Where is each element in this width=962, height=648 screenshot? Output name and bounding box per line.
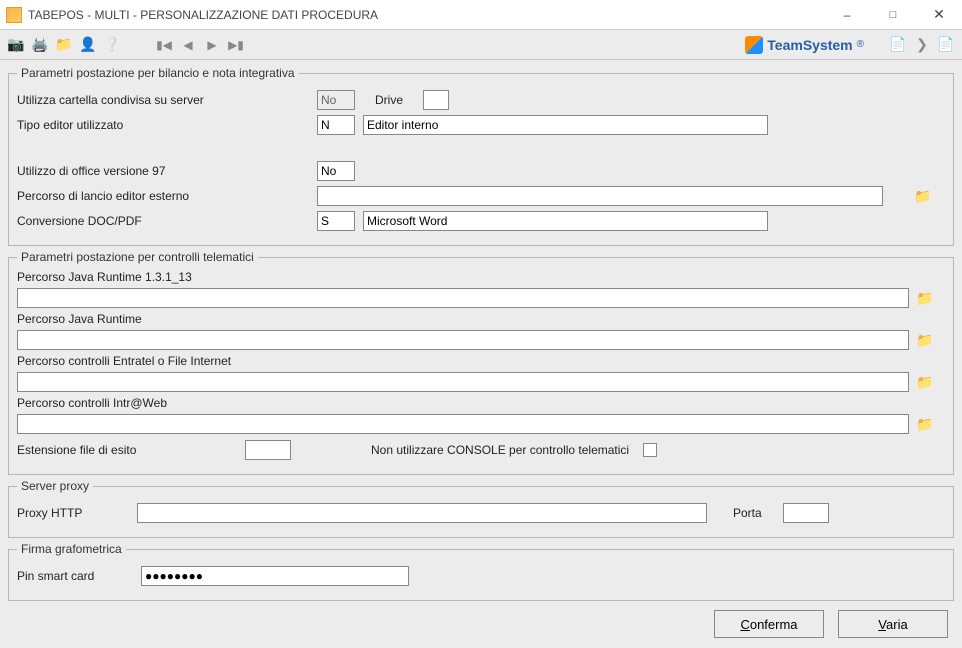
launch-path-label: Percorso di lancio editor esterno (17, 189, 317, 203)
launch-path-input[interactable] (317, 186, 883, 206)
camera-icon[interactable]: 📷 (6, 35, 26, 55)
workarea: Parametri postazione per bilancio e nota… (0, 60, 962, 648)
group-bilancio: Parametri postazione per bilancio e nota… (8, 66, 954, 246)
group-firma-legend: Firma grafometrica (17, 542, 126, 556)
window-title: TABEPOS - MULTI - PERSONALIZZAZIONE DATI… (28, 8, 378, 22)
toolbar: 📷 🖨️ 📁 👤 ❔ ▮◀ ◀ ▶ ▶▮ TeamSystem ® 📄 ❯ 📄 (0, 30, 962, 60)
drive-label: Drive (375, 93, 423, 107)
titlebar: TABEPOS - MULTI - PERSONALIZZAZIONE DATI… (0, 0, 962, 30)
brand-suffix: ® (857, 39, 864, 50)
folder-icon[interactable]: 📁 (54, 35, 74, 55)
ext-input[interactable] (245, 440, 291, 460)
group-firma: Firma grafometrica Pin smart card (8, 542, 954, 601)
entratel-label: Percorso controlli Entratel o File Inter… (17, 354, 945, 368)
app-icon (6, 7, 22, 23)
ext-label: Estensione file di esito (17, 443, 245, 457)
nav-next-icon[interactable]: ▶ (202, 35, 222, 55)
print-icon[interactable]: 🖨️ (30, 35, 50, 55)
editor-type-input[interactable] (317, 115, 355, 135)
entratel-browse-icon[interactable]: 📁 (915, 372, 935, 392)
user-icon[interactable]: 👤 (78, 35, 98, 55)
editor-type-label: Tipo editor utilizzato (17, 118, 317, 132)
confirm-button[interactable]: Conferma (714, 610, 824, 638)
entratel-input[interactable] (17, 372, 909, 392)
brand-name: TeamSystem (767, 37, 852, 53)
intraweb-label: Percorso controlli Intr@Web (17, 396, 945, 410)
folder-browse-icon[interactable]: 📁 (913, 186, 933, 206)
conv-desc-input[interactable] (363, 211, 768, 231)
office97-label: Utilizzo di office versione 97 (17, 164, 317, 178)
proxy-label: Proxy HTTP (17, 506, 137, 520)
java131-browse-icon[interactable]: 📁 (915, 288, 935, 308)
java-label: Percorso Java Runtime (17, 312, 945, 326)
java131-label: Percorso Java Runtime 1.3.1_13 (17, 270, 945, 284)
close-button[interactable]: ✕ (916, 0, 962, 30)
doc2-icon[interactable]: 📄 (936, 35, 956, 55)
nav-first-icon[interactable]: ▮◀ (154, 35, 174, 55)
proxy-input[interactable] (137, 503, 707, 523)
brand-logo: TeamSystem ® (745, 36, 864, 54)
nav-prev-icon[interactable]: ◀ (178, 35, 198, 55)
minimize-button[interactable]: – (824, 0, 870, 30)
group-proxy: Server proxy Proxy HTTP Porta (8, 479, 954, 538)
group-telematici-legend: Parametri postazione per controlli telem… (17, 250, 258, 264)
editor-desc-input[interactable] (363, 115, 768, 135)
doc1-icon[interactable]: 📄 (888, 35, 908, 55)
java-browse-icon[interactable]: 📁 (915, 330, 935, 350)
port-input[interactable] (783, 503, 829, 523)
vary-button[interactable]: Varia (838, 610, 948, 638)
java-input[interactable] (17, 330, 909, 350)
noconsole-checkbox[interactable] (643, 443, 657, 457)
pin-input[interactable] (141, 566, 409, 586)
port-label: Porta (733, 506, 783, 520)
help-icon[interactable]: ❔ (102, 35, 122, 55)
group-bilancio-legend: Parametri postazione per bilancio e nota… (17, 66, 299, 80)
action-buttons: Conferma Varia (714, 610, 948, 638)
office97-input[interactable] (317, 161, 355, 181)
conv-input[interactable] (317, 211, 355, 231)
maximize-button[interactable]: □ (870, 0, 916, 30)
arrow-right-icon[interactable]: ❯ (912, 35, 932, 55)
intraweb-input[interactable] (17, 414, 909, 434)
shared-folder-input[interactable] (317, 90, 355, 110)
noconsole-label: Non utilizzare CONSOLE per controllo tel… (371, 443, 629, 457)
drive-input[interactable] (423, 90, 449, 110)
conv-label: Conversione DOC/PDF (17, 214, 317, 228)
group-proxy-legend: Server proxy (17, 479, 93, 493)
intraweb-browse-icon[interactable]: 📁 (915, 414, 935, 434)
pin-label: Pin smart card (17, 569, 141, 583)
shared-folder-label: Utilizza cartella condivisa su server (17, 93, 317, 107)
java131-input[interactable] (17, 288, 909, 308)
brand-mark-icon (745, 36, 763, 54)
group-telematici: Parametri postazione per controlli telem… (8, 250, 954, 475)
nav-last-icon[interactable]: ▶▮ (226, 35, 246, 55)
